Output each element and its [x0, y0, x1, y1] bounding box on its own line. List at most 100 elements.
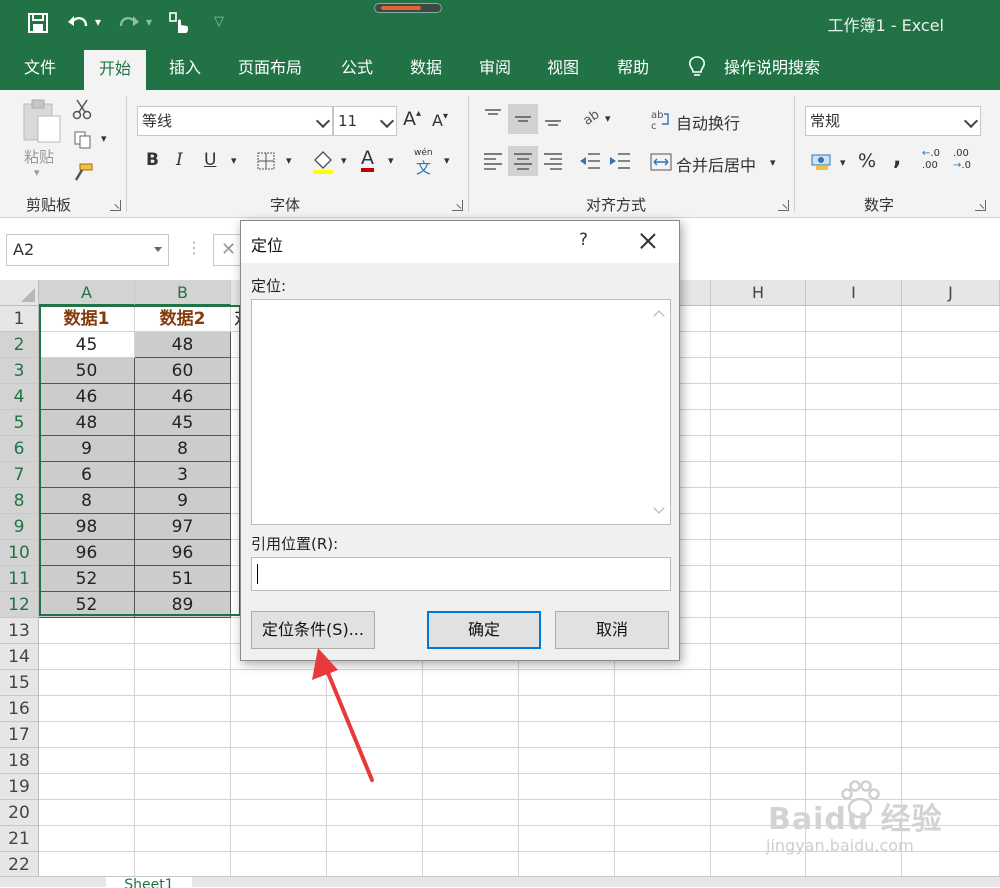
- customize-toolbar-icon[interactable]: ▽: [214, 9, 224, 35]
- chevron-down-icon[interactable]: [379, 113, 395, 129]
- cell[interactable]: [423, 748, 519, 774]
- row-header[interactable]: 21: [0, 826, 39, 852]
- row-header[interactable]: 16: [0, 696, 39, 722]
- cell[interactable]: [231, 852, 327, 876]
- cell[interactable]: [423, 722, 519, 748]
- cell[interactable]: [231, 826, 327, 852]
- italic-button[interactable]: I: [176, 150, 183, 170]
- cell[interactable]: 8: [135, 436, 231, 462]
- cell[interactable]: [806, 670, 902, 696]
- row-header[interactable]: 8: [0, 488, 39, 514]
- row-header[interactable]: 3: [0, 358, 39, 384]
- column-header[interactable]: I: [806, 280, 902, 306]
- cell[interactable]: [135, 826, 231, 852]
- cell[interactable]: [615, 800, 711, 826]
- cell[interactable]: [902, 696, 1000, 722]
- decrease-decimal-button[interactable]: .00 →.0: [953, 148, 983, 176]
- cell[interactable]: 9: [135, 488, 231, 514]
- row-header[interactable]: 5: [0, 410, 39, 436]
- cell[interactable]: 89: [135, 592, 231, 618]
- cell[interactable]: 46: [39, 384, 135, 410]
- cell[interactable]: 96: [135, 540, 231, 566]
- cell[interactable]: [711, 540, 806, 566]
- cell[interactable]: [711, 306, 806, 332]
- cell[interactable]: 50: [39, 358, 135, 384]
- cell[interactable]: [902, 462, 1000, 488]
- tab-help[interactable]: 帮助: [602, 46, 664, 90]
- font-color-dropdown-icon[interactable]: ▾: [388, 154, 394, 167]
- chevron-down-icon[interactable]: [963, 113, 979, 129]
- cell[interactable]: [39, 644, 135, 670]
- lightbulb-icon[interactable]: [688, 56, 706, 78]
- cancel-formula-icon[interactable]: ✕: [213, 234, 243, 266]
- cell[interactable]: [39, 618, 135, 644]
- row-header[interactable]: 22: [0, 852, 39, 876]
- cell[interactable]: [902, 644, 1000, 670]
- cell[interactable]: [519, 800, 615, 826]
- percent-button[interactable]: %: [858, 150, 876, 172]
- cell[interactable]: [711, 332, 806, 358]
- cell[interactable]: [519, 826, 615, 852]
- wrap-text-icon[interactable]: abc: [650, 108, 672, 130]
- cell[interactable]: [423, 670, 519, 696]
- cell[interactable]: [423, 826, 519, 852]
- cell[interactable]: [711, 722, 806, 748]
- cell[interactable]: [135, 800, 231, 826]
- row-header[interactable]: 20: [0, 800, 39, 826]
- cell[interactable]: [39, 696, 135, 722]
- paste-label[interactable]: 粘贴: [24, 146, 54, 167]
- cell[interactable]: [806, 696, 902, 722]
- cell[interactable]: [902, 410, 1000, 436]
- row-header[interactable]: 11: [0, 566, 39, 592]
- paste-dropdown-icon[interactable]: ▾: [34, 166, 40, 179]
- cell[interactable]: 6: [39, 462, 135, 488]
- cell[interactable]: [806, 566, 902, 592]
- row-header[interactable]: 17: [0, 722, 39, 748]
- cell[interactable]: [519, 722, 615, 748]
- tab-data[interactable]: 数据: [395, 46, 457, 90]
- cell[interactable]: [327, 800, 423, 826]
- underline-button[interactable]: U: [204, 150, 216, 170]
- cell[interactable]: 60: [135, 358, 231, 384]
- cell[interactable]: 45: [39, 332, 135, 358]
- increase-indent-icon[interactable]: [608, 150, 632, 172]
- cell[interactable]: 46: [135, 384, 231, 410]
- cell[interactable]: [806, 306, 902, 332]
- align-left-icon[interactable]: [482, 150, 504, 172]
- save-icon[interactable]: [27, 12, 49, 34]
- cell[interactable]: [806, 592, 902, 618]
- column-header[interactable]: A: [39, 280, 135, 306]
- cell[interactable]: 98: [39, 514, 135, 540]
- cell[interactable]: [39, 670, 135, 696]
- copy-dropdown-icon[interactable]: ▾: [101, 132, 107, 145]
- decrease-font-icon[interactable]: A▾: [432, 111, 448, 130]
- format-painter-icon[interactable]: [72, 162, 94, 182]
- increase-decimal-button[interactable]: ←.0 .00: [922, 148, 948, 176]
- cell[interactable]: [711, 462, 806, 488]
- sheet-tab-sheet1[interactable]: Sheet1: [106, 877, 192, 888]
- tell-me-search[interactable]: 操作说明搜索: [724, 46, 820, 90]
- borders-icon[interactable]: [256, 151, 276, 171]
- ok-button[interactable]: 确定: [427, 611, 541, 649]
- cell[interactable]: [902, 540, 1000, 566]
- merge-center-button[interactable]: 合并后居中: [676, 152, 756, 176]
- decrease-indent-icon[interactable]: [578, 150, 602, 172]
- cell[interactable]: [615, 670, 711, 696]
- phonetic-dropdown-icon[interactable]: ▾: [444, 154, 450, 167]
- cell[interactable]: [519, 670, 615, 696]
- currency-dropdown-icon[interactable]: ▾: [840, 156, 846, 169]
- cell[interactable]: 8: [39, 488, 135, 514]
- cell[interactable]: [902, 306, 1000, 332]
- cell[interactable]: [711, 696, 806, 722]
- tab-review[interactable]: 审阅: [464, 46, 526, 90]
- cell[interactable]: [135, 852, 231, 876]
- goto-list[interactable]: [251, 299, 671, 525]
- cell[interactable]: [615, 748, 711, 774]
- cell[interactable]: [806, 618, 902, 644]
- cell[interactable]: [902, 618, 1000, 644]
- cell[interactable]: [135, 774, 231, 800]
- cell[interactable]: [135, 618, 231, 644]
- currency-icon[interactable]: [810, 152, 834, 172]
- cell[interactable]: [711, 384, 806, 410]
- column-header[interactable]: J: [902, 280, 1000, 306]
